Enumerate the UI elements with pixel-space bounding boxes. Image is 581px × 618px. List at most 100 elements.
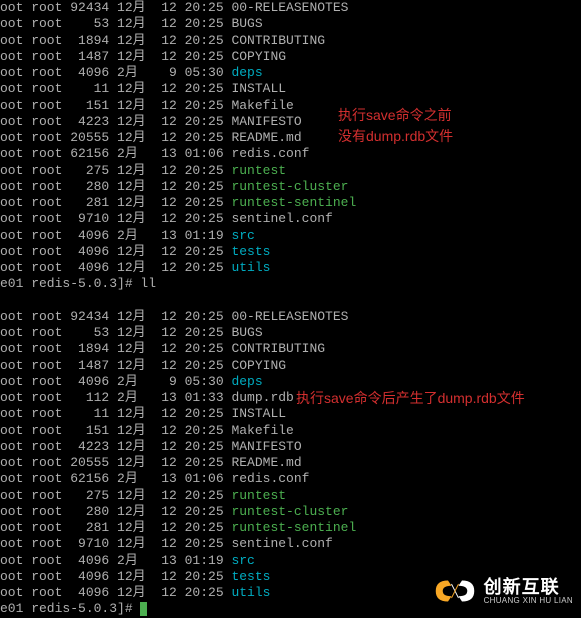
- listing-filename: redis.conf: [231, 146, 309, 161]
- listing-filename: 00-RELEASENOTES: [231, 0, 348, 15]
- listing-filename: INSTALL: [231, 406, 286, 421]
- listing-meta: oot root 4096 2月 13 01:19: [0, 553, 231, 569]
- terminal-output: oot root 92434 12月 12 20:25 00-RELEASENO…: [0, 0, 581, 618]
- listing-row: oot root 53 12月 12 20:25 BUGS: [0, 16, 581, 32]
- listing-filename: MANIFESTO: [231, 439, 301, 454]
- listing-filename: BUGS: [231, 325, 262, 340]
- listing-meta: oot root 281 12月 12 20:25: [0, 520, 231, 536]
- listing-meta: oot root 4096 2月 9 05:30: [0, 65, 231, 81]
- listing-filename: COPYING: [231, 358, 286, 373]
- listing-meta: oot root 20555 12月 12 20:25: [0, 130, 231, 146]
- listing-filename: runtest: [231, 163, 286, 178]
- listing-row: oot root 1487 12月 12 20:25 COPYING: [0, 358, 581, 374]
- listing-meta: oot root 275 12月 12 20:25: [0, 488, 231, 504]
- listing-filename: Makefile: [231, 423, 293, 438]
- listing-filename: tests: [231, 569, 270, 584]
- listing-meta: oot root 281 12月 12 20:25: [0, 195, 231, 211]
- blank-line: [0, 293, 581, 309]
- listing-meta: oot root 4096 12月 12 20:25: [0, 260, 231, 276]
- listing-meta: oot root 4096 12月 12 20:25: [0, 585, 231, 601]
- listing-meta: oot root 1487 12月 12 20:25: [0, 49, 231, 65]
- listing-row: oot root 53 12月 12 20:25 BUGS: [0, 325, 581, 341]
- listing-filename: redis.conf: [231, 471, 309, 486]
- watermark-logo: 创新互联 CHUANG XIN HU LIAN: [432, 577, 573, 605]
- logo-text-cn: 创新互联: [484, 578, 560, 596]
- listing-meta: oot root 11 12月 12 20:25: [0, 81, 231, 97]
- listing-meta: oot root 92434 12月 12 20:25: [0, 0, 231, 16]
- listing-row: oot root 4096 2月 13 01:19 src: [0, 228, 581, 244]
- listing-meta: oot root 1894 12月 12 20:25: [0, 33, 231, 49]
- listing-filename: README.md: [231, 455, 301, 470]
- listing-meta: oot root 62156 2月 13 01:06: [0, 471, 231, 487]
- listing-row: oot root 281 12月 12 20:25 runtest-sentin…: [0, 195, 581, 211]
- listing-meta: oot root 4223 12月 12 20:25: [0, 439, 231, 455]
- listing-row: oot root 151 12月 12 20:25 Makefile: [0, 423, 581, 439]
- listing-row: oot root 9710 12月 12 20:25 sentinel.conf: [0, 536, 581, 552]
- listing-row: oot root 280 12月 12 20:25 runtest-cluste…: [0, 179, 581, 195]
- listing-meta: oot root 9710 12月 12 20:25: [0, 211, 231, 227]
- listing-filename: runtest-sentinel: [231, 520, 356, 535]
- listing-row: oot root 92434 12月 12 20:25 00-RELEASENO…: [0, 309, 581, 325]
- listing-filename: dump.rdb: [231, 390, 293, 405]
- listing-row: oot root 1487 12月 12 20:25 COPYING: [0, 49, 581, 65]
- listing-filename: CONTRIBUTING: [231, 341, 325, 356]
- listing-meta: oot root 112 2月 13 01:33: [0, 390, 231, 406]
- listing-row: oot root 4096 2月 9 05:30 deps: [0, 65, 581, 81]
- listing-row: oot root 275 12月 12 20:25 runtest: [0, 163, 581, 179]
- listing-meta: oot root 9710 12月 12 20:25: [0, 536, 231, 552]
- listing-meta: oot root 53 12月 12 20:25: [0, 325, 231, 341]
- listing-filename: src: [231, 228, 254, 243]
- listing-filename: deps: [231, 374, 262, 389]
- listing-row: oot root 4096 12月 12 20:25 utils: [0, 260, 581, 276]
- listing-meta: oot root 151 12月 12 20:25: [0, 98, 231, 114]
- listing-meta: oot root 62156 2月 13 01:06: [0, 146, 231, 162]
- listing-filename: sentinel.conf: [231, 211, 332, 226]
- listing-meta: oot root 151 12月 12 20:25: [0, 423, 231, 439]
- listing-filename: BUGS: [231, 16, 262, 31]
- listing-row: oot root 4096 2月 13 01:19 src: [0, 553, 581, 569]
- listing-meta: oot root 53 12月 12 20:25: [0, 16, 231, 32]
- listing-filename: utils: [231, 260, 270, 275]
- listing-row: oot root 20555 12月 12 20:25 README.md: [0, 455, 581, 471]
- listing-row: oot root 62156 2月 13 01:06 redis.conf: [0, 146, 581, 162]
- listing-row: oot root 62156 2月 13 01:06 redis.conf: [0, 471, 581, 487]
- listing-filename: sentinel.conf: [231, 536, 332, 551]
- listing-meta: oot root 4096 12月 12 20:25: [0, 244, 231, 260]
- listing-row: oot root 9710 12月 12 20:25 sentinel.conf: [0, 211, 581, 227]
- listing-filename: CONTRIBUTING: [231, 33, 325, 48]
- listing-row: oot root 4096 12月 12 20:25 tests: [0, 244, 581, 260]
- cursor-icon: [140, 602, 147, 616]
- annotation-text: 执行save命令后产生了dump.rdb文件: [296, 390, 525, 406]
- logo-icon: [432, 577, 478, 605]
- listing-row: oot root 11 12月 12 20:25 INSTALL: [0, 81, 581, 97]
- annotation-line: 执行save命令之前: [338, 105, 498, 126]
- listing-filename: COPYING: [231, 49, 286, 64]
- listing-filename: 00-RELEASENOTES: [231, 309, 348, 324]
- listing-row: oot root 281 12月 12 20:25 runtest-sentin…: [0, 520, 581, 536]
- listing-meta: oot root 4096 12月 12 20:25: [0, 569, 231, 585]
- listing-meta: oot root 280 12月 12 20:25: [0, 179, 231, 195]
- listing-meta: oot root 4096 2月 9 05:30: [0, 374, 231, 390]
- listing-meta: oot root 4096 2月 13 01:19: [0, 228, 231, 244]
- annotation-after-save: 执行save命令后产生了dump.rdb文件: [296, 388, 581, 409]
- listing-row: oot root 4223 12月 12 20:25 MANIFESTO: [0, 439, 581, 455]
- annotation-before-save: 执行save命令之前 没有dump.rdb文件: [338, 105, 498, 147]
- listing-filename: MANIFESTO: [231, 114, 301, 129]
- listing-filename: deps: [231, 65, 262, 80]
- listing-filename: INSTALL: [231, 81, 286, 96]
- shell-prompt: e01 redis-5.0.3]# ll: [0, 276, 581, 292]
- listing-meta: oot root 4223 12月 12 20:25: [0, 114, 231, 130]
- listing-row: oot root 1894 12月 12 20:25 CONTRIBUTING: [0, 33, 581, 49]
- listing-row: oot root 1894 12月 12 20:25 CONTRIBUTING: [0, 341, 581, 357]
- listing-row: oot root 275 12月 12 20:25 runtest: [0, 488, 581, 504]
- listing-filename: utils: [231, 585, 270, 600]
- listing-filename: runtest: [231, 488, 286, 503]
- listing-meta: oot root 1894 12月 12 20:25: [0, 341, 231, 357]
- listing-filename: src: [231, 553, 254, 568]
- listing-filename: Makefile: [231, 98, 293, 113]
- logo-text-en: CHUANG XIN HU LIAN: [484, 596, 573, 605]
- listing-filename: runtest-cluster: [231, 179, 348, 194]
- listing-row: oot root 92434 12月 12 20:25 00-RELEASENO…: [0, 0, 581, 16]
- listing-meta: oot root 11 12月 12 20:25: [0, 406, 231, 422]
- listing-meta: oot root 20555 12月 12 20:25: [0, 455, 231, 471]
